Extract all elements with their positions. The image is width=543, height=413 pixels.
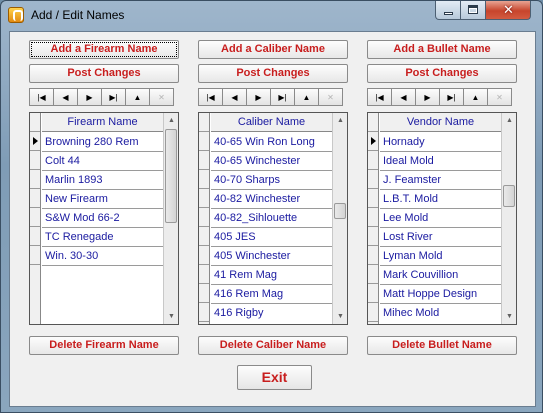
next-record-icon[interactable]: ▶ — [77, 88, 102, 106]
exit-button[interactable]: Exit — [237, 365, 312, 390]
title-bar[interactable]: Add / Edit Names ✕ — [1, 1, 542, 30]
bullet-navigator: |◀ ◀ ▶ ▶| ▲ ✕ — [367, 88, 517, 106]
first-record-icon[interactable]: |◀ — [367, 88, 392, 106]
delete-firearm-button[interactable]: Delete Firearm Name — [29, 336, 179, 355]
bullet-scrollbar[interactable]: ▲ ▼ — [501, 113, 516, 324]
post-firearm-changes-button[interactable]: Post Changes — [29, 64, 179, 83]
table-row[interactable]: 416 Rigby — [211, 304, 332, 323]
minimize-button[interactable] — [435, 1, 461, 20]
window-title: Add / Edit Names — [31, 8, 125, 22]
scroll-thumb[interactable] — [503, 185, 515, 207]
table-row[interactable]: Mihec Mold — [380, 304, 501, 323]
table-row[interactable]: Browning 280 Rem — [42, 133, 163, 152]
table-row[interactable]: 40-82 Winchester — [211, 190, 332, 209]
caliber-navigator: |◀ ◀ ▶ ▶| ▲ ✕ — [198, 88, 348, 106]
maximize-icon — [468, 5, 478, 14]
table-row[interactable]: L.B.T. Mold — [380, 190, 501, 209]
prior-record-icon[interactable]: ◀ — [53, 88, 78, 106]
table-row[interactable]: 416 Rem Mag — [211, 285, 332, 304]
last-record-icon[interactable]: ▶| — [270, 88, 295, 106]
table-row[interactable]: 41 Rem Mag — [211, 266, 332, 285]
table-row[interactable]: New Firearm — [42, 190, 163, 209]
caliber-grid[interactable]: Caliber Name 40-65 Win Ron Long 40-65 Wi… — [198, 112, 348, 325]
post-edit-icon[interactable]: ▲ — [463, 88, 488, 106]
caliber-name-column-header[interactable]: Caliber Name — [211, 113, 332, 132]
table-row[interactable]: Colt 44 — [42, 152, 163, 171]
table-row[interactable]: S&W Mod 66-2 — [42, 209, 163, 228]
prior-record-icon[interactable]: ◀ — [222, 88, 247, 106]
post-bullet-changes-button[interactable]: Post Changes — [367, 64, 517, 83]
delete-bullet-button[interactable]: Delete Bullet Name — [367, 336, 517, 355]
last-record-icon[interactable]: ▶| — [439, 88, 464, 106]
add-bullet-button[interactable]: Add a Bullet Name — [367, 40, 517, 59]
table-row[interactable]: Lee Mold — [380, 209, 501, 228]
scroll-down-icon[interactable]: ▼ — [164, 309, 179, 324]
vendor-name-column-header[interactable]: Vendor Name — [380, 113, 501, 132]
post-caliber-changes-button[interactable]: Post Changes — [198, 64, 348, 83]
firearm-grid[interactable]: Firearm Name Browning 280 Rem Colt 44 Ma… — [29, 112, 179, 325]
firearm-scrollbar[interactable]: ▲ ▼ — [163, 113, 178, 324]
next-record-icon[interactable]: ▶ — [415, 88, 440, 106]
first-record-icon[interactable]: |◀ — [29, 88, 54, 106]
table-row[interactable]: 40-65 Win Ron Long — [211, 133, 332, 152]
firearm-navigator: |◀ ◀ ▶ ▶| ▲ ✕ — [29, 88, 179, 106]
scroll-thumb[interactable] — [165, 129, 177, 223]
maximize-button[interactable] — [461, 1, 486, 20]
minimize-icon — [444, 12, 453, 15]
table-row[interactable]: 40-65 Winchester — [211, 152, 332, 171]
table-row[interactable]: Matt Hoppe Design — [380, 285, 501, 304]
delete-caliber-button[interactable]: Delete Caliber Name — [198, 336, 348, 355]
caliber-scrollbar[interactable]: ▲ ▼ — [332, 113, 347, 324]
post-edit-icon[interactable]: ▲ — [294, 88, 319, 106]
table-row[interactable]: 40-82_Sihlouette — [211, 209, 332, 228]
current-row-marker-icon — [368, 132, 378, 151]
first-record-icon[interactable]: |◀ — [198, 88, 223, 106]
cancel-edit-icon[interactable]: ✕ — [149, 88, 174, 106]
table-row[interactable]: 405 JES — [211, 228, 332, 247]
firearm-name-column-header[interactable]: Firearm Name — [42, 113, 163, 132]
current-row-marker-icon — [30, 132, 40, 151]
table-row[interactable]: TC Renegade — [42, 228, 163, 247]
row-indicator-column — [199, 113, 210, 324]
last-record-icon[interactable]: ▶| — [101, 88, 126, 106]
add-edit-names-window: Add / Edit Names ✕ Add a Firearm Name Po… — [0, 0, 543, 413]
row-indicator-column — [368, 113, 379, 324]
table-row[interactable]: 40-70 Sharps — [211, 171, 332, 190]
client-area: Add a Firearm Name Post Changes |◀ ◀ ▶ ▶… — [9, 31, 536, 407]
scroll-down-icon[interactable]: ▼ — [502, 309, 517, 324]
post-edit-icon[interactable]: ▲ — [125, 88, 150, 106]
scroll-up-icon[interactable]: ▲ — [502, 113, 517, 128]
scroll-up-icon[interactable]: ▲ — [164, 113, 179, 128]
add-firearm-button[interactable]: Add a Firearm Name — [29, 40, 179, 59]
add-caliber-button[interactable]: Add a Caliber Name — [198, 40, 348, 59]
scroll-down-icon[interactable]: ▼ — [333, 309, 348, 324]
table-row[interactable]: Mark Couvillion — [380, 266, 501, 285]
row-indicator-column — [30, 113, 41, 324]
prior-record-icon[interactable]: ◀ — [391, 88, 416, 106]
close-button[interactable]: ✕ — [486, 1, 531, 20]
table-row[interactable]: J. Feamster — [380, 171, 501, 190]
close-icon: ✕ — [503, 2, 514, 17]
bullet-grid[interactable]: Vendor Name Hornady Ideal Mold J. Feamst… — [367, 112, 517, 325]
table-row[interactable]: Hornady — [380, 133, 501, 152]
next-record-icon[interactable]: ▶ — [246, 88, 271, 106]
app-icon — [8, 7, 24, 23]
table-row[interactable]: Marlin 1893 — [42, 171, 163, 190]
table-row[interactable]: Ideal Mold — [380, 152, 501, 171]
table-row[interactable]: 405 Winchester — [211, 247, 332, 266]
table-row[interactable]: Lyman Mold — [380, 247, 501, 266]
scroll-up-icon[interactable]: ▲ — [333, 113, 348, 128]
cancel-edit-icon[interactable]: ✕ — [318, 88, 343, 106]
cancel-edit-icon[interactable]: ✕ — [487, 88, 512, 106]
scroll-thumb[interactable] — [334, 203, 346, 219]
table-row[interactable]: Lost River — [380, 228, 501, 247]
table-row[interactable]: Win. 30-30 — [42, 247, 163, 266]
